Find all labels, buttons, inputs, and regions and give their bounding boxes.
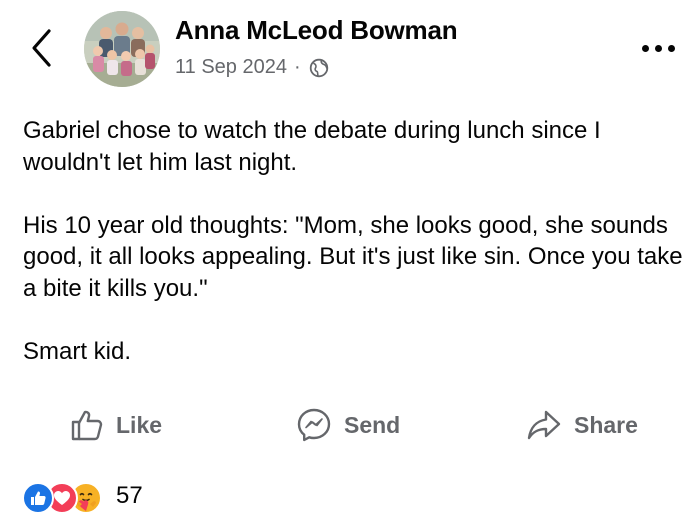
more-dot	[667, 44, 675, 52]
post-paragraph: His 10 year old thoughts: "Mom, she look…	[23, 211, 683, 302]
post-date[interactable]: 11 Sep 2024	[175, 56, 287, 79]
reaction-icons	[22, 479, 114, 514]
reactions-summary[interactable]: 57	[22, 478, 143, 514]
send-label: Send	[344, 411, 401, 438]
author-name[interactable]: Anna McLeod Bowman	[175, 15, 458, 46]
share-button[interactable]: Share	[526, 400, 638, 450]
more-horizontal-icon	[641, 44, 649, 52]
post-header: Anna McLeod Bowman 11 Sep 2024 ·	[0, 0, 700, 100]
post-actions-bar: Like Send Share	[0, 400, 700, 450]
meta-separator: ·	[293, 56, 301, 78]
back-button[interactable]	[22, 24, 62, 72]
family-photo-avatar	[84, 11, 160, 87]
post-text: Gabriel chose to watch the debate during…	[23, 115, 693, 399]
like-button[interactable]: Like	[70, 400, 162, 450]
globe-icon	[308, 57, 330, 79]
more-dot	[654, 44, 662, 52]
thumbs-up-icon	[71, 410, 103, 441]
post-paragraph: Smart kid.	[23, 337, 132, 365]
post-paragraph: Gabriel chose to watch the debate during…	[23, 117, 601, 176]
more-options-button[interactable]	[632, 36, 684, 60]
messenger-icon	[297, 408, 331, 442]
reaction-count: 57	[116, 482, 143, 509]
send-button[interactable]: Send	[296, 400, 400, 450]
share-arrow-icon	[527, 410, 561, 440]
like-label: Like	[116, 411, 163, 438]
avatar[interactable]	[84, 11, 160, 87]
chevron-left-icon	[32, 29, 51, 67]
post-meta: 11 Sep 2024 ·	[175, 56, 330, 79]
share-label: Share	[574, 411, 638, 438]
like-reaction-icon	[22, 482, 54, 514]
